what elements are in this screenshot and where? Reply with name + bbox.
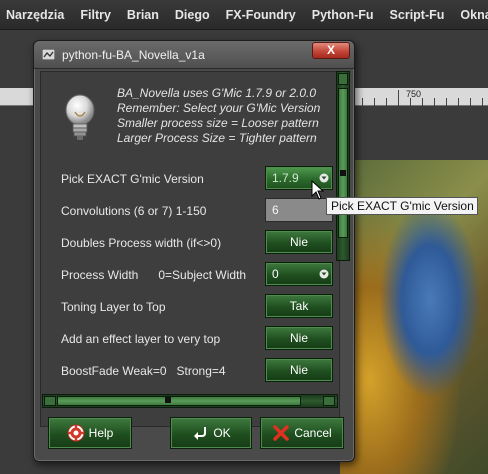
help-button[interactable]: Help xyxy=(48,417,132,449)
close-button[interactable]: X xyxy=(312,42,350,59)
dialog-titlebar[interactable]: python-fu-BA_Novella_v1a X xyxy=(34,41,354,69)
close-icon: X xyxy=(326,43,335,57)
convolutions-spinbox[interactable]: 6 xyxy=(265,198,333,222)
menu-diego[interactable]: Diego xyxy=(175,8,210,22)
menu-brian[interactable]: Brian xyxy=(127,8,159,22)
toning-layer-label: Toning Layer to Top xyxy=(61,300,166,314)
horizontal-scrollbar[interactable] xyxy=(42,394,338,408)
row-effect-layer: Add an effect layer to very top Nie xyxy=(61,326,339,352)
description-text: BA_Novella uses G'Mic 1.7.9 or 2.0.0 Rem… xyxy=(117,86,339,158)
vertical-scrollbar[interactable] xyxy=(336,71,350,261)
toning-layer-toggle[interactable]: Tak xyxy=(265,294,333,318)
doubles-width-toggle[interactable]: Nie xyxy=(265,230,333,254)
convolutions-value: 6 xyxy=(272,203,279,217)
ok-icon xyxy=(194,427,207,440)
row-process-width: Process Width 0=Subject Width 0 xyxy=(61,262,339,288)
dropdown-arrow-icon xyxy=(319,269,329,279)
ok-label: OK xyxy=(213,426,231,440)
main-menubar: Narzędzia Filtry Brian Diego FX-Foundry … xyxy=(0,0,488,30)
menu-narzedzia[interactable]: Narzędzia xyxy=(6,8,64,22)
help-icon xyxy=(67,424,85,442)
gmic-version-label: Pick EXACT G'mic Version xyxy=(61,172,204,186)
menu-script-fu[interactable]: Script-Fu xyxy=(390,8,445,22)
menu-okna[interactable]: Okna xyxy=(460,8,488,22)
scroll-grip xyxy=(165,397,171,403)
cancel-icon xyxy=(273,425,290,441)
description-line: BA_Novella uses G'Mic 1.7.9 or 2.0.0 xyxy=(117,86,317,100)
scroll-left-button[interactable] xyxy=(44,396,56,406)
row-convolutions: Convolutions (6 or 7) 1-150 6 xyxy=(61,198,339,224)
menu-filtry[interactable]: Filtry xyxy=(80,8,111,22)
vertical-scroll-thumb[interactable] xyxy=(338,88,348,238)
dialog-content: BA_Novella uses G'Mic 1.7.9 or 2.0.0 Rem… xyxy=(40,71,340,427)
dialog-title: python-fu-BA_Novella_v1a xyxy=(62,48,205,62)
scroll-right-button[interactable] xyxy=(323,396,335,406)
horizontal-scroll-thumb[interactable] xyxy=(57,396,301,406)
process-width-label: Process Width 0=Subject Width xyxy=(61,268,247,282)
ok-button[interactable]: OK xyxy=(170,417,252,449)
cancel-button[interactable]: Cancel xyxy=(260,417,344,449)
effect-layer-toggle[interactable]: Nie xyxy=(265,326,333,350)
dialog-icon xyxy=(42,49,55,60)
gmic-version-value: 1.7.9 xyxy=(272,171,299,185)
boostfade-label: BoostFade Weak=0 Strong=4 xyxy=(61,364,226,378)
cancel-label: Cancel xyxy=(294,426,332,440)
row-boostfade: BoostFade Weak=0 Strong=4 Nie xyxy=(61,358,339,384)
process-width-combo[interactable]: 0 xyxy=(265,262,333,286)
description-line: Remember: Select your G'Mic Version xyxy=(117,101,321,115)
description-line: Smaller process size = Looser pattern xyxy=(117,116,319,130)
row-toning-layer: Toning Layer to Top Tak xyxy=(61,294,339,320)
scroll-grip xyxy=(340,170,346,176)
mouse-cursor-icon xyxy=(311,180,325,200)
row-gmic-version: Pick EXACT G'mic Version 1.7.9 xyxy=(61,166,339,192)
help-label: Help xyxy=(88,426,114,440)
menu-fx-foundry[interactable]: FX-Foundry xyxy=(226,8,296,22)
plugin-dialog: python-fu-BA_Novella_v1a X BA_Novella us… xyxy=(33,40,355,462)
menu-python-fu[interactable]: Python-Fu xyxy=(312,8,374,22)
ruler-label: 750 xyxy=(406,89,422,99)
horizontal-ruler: 750 xyxy=(340,88,488,106)
convolutions-label: Convolutions (6 or 7) 1-150 xyxy=(61,204,207,218)
row-doubles-width: Doubles Process width (if<>0) Nie xyxy=(61,230,339,256)
scroll-up-button[interactable] xyxy=(338,73,348,85)
tooltip: Pick EXACT G'mic Version xyxy=(326,197,478,215)
bulb-icon xyxy=(65,94,95,140)
description-line: Larger Process Size = Tighter pattern xyxy=(117,131,317,145)
process-width-value: 0 xyxy=(272,267,279,281)
doubles-width-label: Doubles Process width (if<>0) xyxy=(61,236,222,250)
effect-layer-label: Add an effect layer to very top xyxy=(61,332,221,346)
boostfade-toggle[interactable]: Nie xyxy=(265,358,333,382)
